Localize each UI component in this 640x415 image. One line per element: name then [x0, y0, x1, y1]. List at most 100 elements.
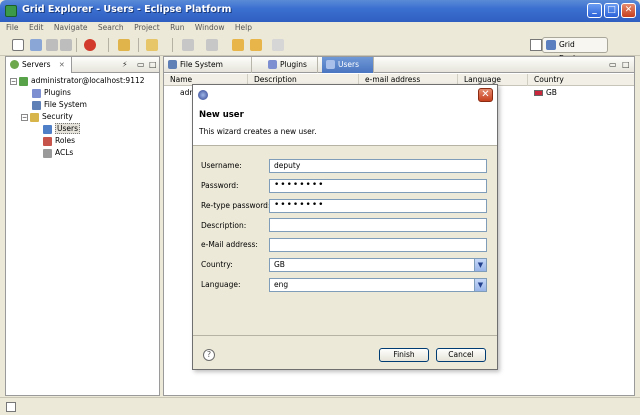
chevron-down-icon[interactable]: ▼ [474, 279, 486, 291]
window-title-bar: Grid Explorer - Users - Eclipse Platform… [0, 0, 640, 22]
tab-label: Plugins [280, 60, 307, 69]
new-icon[interactable] [12, 39, 24, 51]
toolbar-separator [172, 38, 173, 52]
column-header-country[interactable]: Country [528, 74, 634, 86]
save-all-icon[interactable] [46, 39, 58, 51]
menu-bar: File Edit Navigate Search Project Run Wi… [0, 22, 640, 34]
help-icon[interactable]: ? [203, 349, 215, 361]
next-annotation-icon[interactable] [182, 39, 194, 51]
menu-search[interactable]: Search [98, 22, 124, 34]
country-label: Country: [201, 260, 233, 269]
menu-edit[interactable]: Edit [29, 22, 44, 34]
retype-password-field[interactable]: •••••••• [269, 199, 487, 213]
menu-file[interactable]: File [6, 22, 19, 34]
servers-tab[interactable]: Servers ✕ [6, 57, 72, 73]
window-title: Grid Explorer - Users - Eclipse Platform [22, 4, 232, 15]
username-label: Username: [201, 161, 242, 170]
minimize-view-icon[interactable]: ▭ [137, 60, 145, 69]
tab-plugins[interactable]: Plugins [264, 57, 318, 73]
menu-project[interactable]: Project [134, 22, 160, 34]
tab-users[interactable]: Users ✕ [322, 57, 374, 84]
maximize-editor-icon[interactable]: □ [622, 60, 630, 69]
language-select[interactable]: eng ▼ [269, 278, 487, 292]
chevron-down-icon[interactable]: ▼ [474, 259, 486, 271]
language-value: eng [274, 280, 289, 289]
open-folder-icon[interactable] [146, 39, 158, 51]
run-icon[interactable] [84, 39, 96, 51]
tree-item-users[interactable]: Users [10, 123, 145, 135]
menu-run[interactable]: Run [170, 22, 184, 34]
toolbar-separator [108, 38, 109, 52]
last-edit-icon[interactable] [232, 39, 244, 51]
eclipse-icon [198, 90, 208, 100]
tree-item-roles[interactable]: Roles [10, 135, 145, 147]
servers-tree: − administrator@localhost:9112 Plugins Fi… [10, 75, 145, 159]
finish-button[interactable]: Finish [379, 348, 429, 362]
collapse-icon[interactable]: − [21, 113, 28, 121]
cell-country: GB [528, 87, 557, 99]
email-label: e-Mail address: [201, 240, 258, 249]
tree-item-server[interactable]: − administrator@localhost:9112 [10, 75, 145, 87]
print-icon[interactable] [60, 39, 72, 51]
tree-item-file-system[interactable]: File System [10, 99, 145, 111]
editor-tab-bar: File System Browser Plugins Users ✕ ▭ □ [164, 57, 634, 84]
maximize-view-icon[interactable]: □ [149, 60, 157, 69]
password-field[interactable]: •••••••• [269, 179, 487, 193]
main-toolbar: Grid Explorer [0, 34, 640, 63]
save-icon[interactable] [30, 39, 42, 51]
users-icon [326, 60, 335, 69]
country-value: GB [274, 260, 285, 269]
plugin-icon [268, 60, 277, 69]
status-bar [0, 397, 640, 415]
tab-file-system-browser[interactable]: File System Browser [164, 57, 252, 84]
file-system-icon [32, 100, 41, 110]
users-icon [43, 124, 52, 134]
menu-window[interactable]: Window [195, 22, 225, 34]
retype-password-label: Re-type password: [201, 201, 271, 210]
country-select[interactable]: GB ▼ [269, 258, 487, 272]
new-user-dialog: ✕ New user This wizard creates a new use… [192, 84, 498, 370]
email-field[interactable] [269, 238, 487, 252]
tree-label: Plugins [44, 88, 71, 97]
tree-label: Users [55, 123, 81, 134]
previous-annotation-icon[interactable] [206, 39, 218, 51]
dialog-title-bar: ✕ [193, 85, 497, 105]
dialog-heading: New user [199, 110, 244, 120]
flag-icon [534, 90, 543, 96]
collapse-icon[interactable]: − [10, 77, 17, 85]
tab-label: Users [338, 60, 360, 69]
close-window-button[interactable]: ✕ [621, 3, 636, 18]
perspective-switcher[interactable]: Grid Explorer [542, 37, 608, 63]
maximize-button[interactable]: □ [604, 3, 619, 18]
minimize-button[interactable]: _ [587, 3, 602, 18]
close-tab-icon[interactable]: ✕ [59, 61, 65, 69]
description-label: Description: [201, 221, 247, 230]
servers-tab-bar: Servers ✕ ⚡ ▭ □ [6, 57, 159, 73]
tree-item-security[interactable]: − Security [10, 111, 145, 123]
toolbar-separator [76, 38, 77, 52]
description-field[interactable] [269, 218, 487, 232]
menu-navigate[interactable]: Navigate [54, 22, 88, 34]
menu-help[interactable]: Help [235, 22, 252, 34]
tree-item-acls[interactable]: ACLs [10, 147, 145, 159]
minimize-editor-icon[interactable]: ▭ [609, 60, 617, 69]
dialog-separator [193, 335, 497, 336]
acls-icon [43, 148, 52, 158]
cancel-button[interactable]: Cancel [436, 348, 486, 362]
pen-icon[interactable] [118, 39, 130, 51]
tree-label: Security [42, 112, 73, 121]
open-perspective-icon[interactable] [530, 39, 542, 51]
connect-icon[interactable]: ⚡ [122, 60, 128, 69]
back-arrow-icon[interactable] [250, 39, 262, 51]
forward-arrow-icon[interactable] [272, 39, 284, 51]
servers-icon [10, 60, 19, 69]
fast-view-icon[interactable] [6, 402, 16, 412]
tree-item-plugins[interactable]: Plugins [10, 87, 145, 99]
language-label: Language: [201, 280, 241, 289]
username-field[interactable]: deputy [269, 159, 487, 173]
tree-label: ACLs [55, 148, 74, 157]
password-label: Password: [201, 181, 239, 190]
roles-icon [43, 136, 52, 146]
file-system-icon [168, 60, 177, 69]
dialog-close-button[interactable]: ✕ [478, 88, 493, 102]
